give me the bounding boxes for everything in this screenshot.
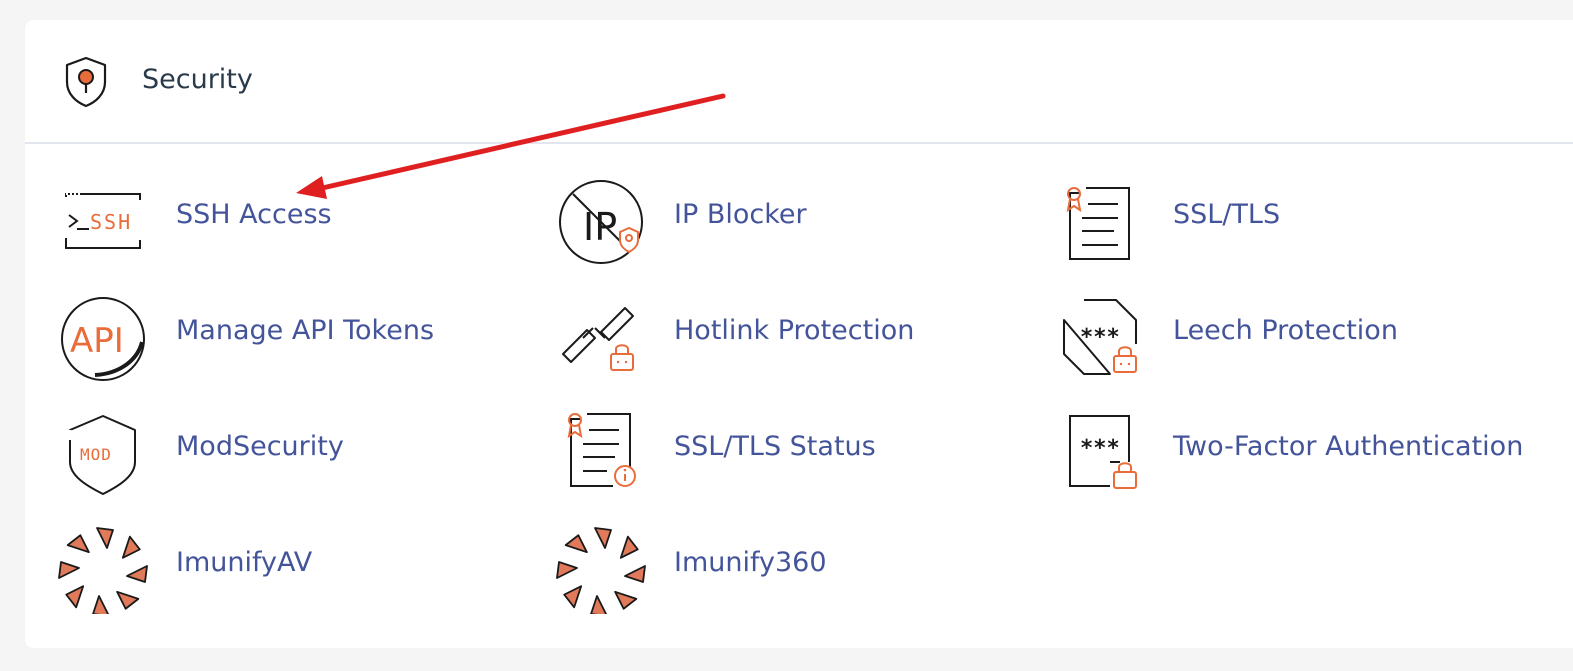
mod-shield-icon: MOD xyxy=(55,398,155,498)
imunify-av-icon xyxy=(55,514,155,614)
certificate-info-icon xyxy=(553,398,653,498)
imunifyav-label: ImunifyAV xyxy=(176,547,313,578)
leech-lock-icon: *** xyxy=(1052,282,1152,382)
two-factor-mask-text: *** xyxy=(1080,436,1120,461)
modsecurity-label: ModSecurity xyxy=(176,431,344,462)
ssl-tls-status-label: SSL/TLS Status xyxy=(674,431,876,462)
hotlink-protection-label: Hotlink Protection xyxy=(674,315,915,346)
section-title: Security xyxy=(142,64,253,95)
ip-text: IP xyxy=(583,205,617,249)
ssl-tls-label: SSL/TLS xyxy=(1173,199,1281,230)
imunify-360-icon xyxy=(553,514,653,614)
api-token-icon: API xyxy=(55,282,155,382)
manage-api-tokens-label: Manage API Tokens xyxy=(176,315,435,346)
imunify360-label: Imunify360 xyxy=(674,547,827,578)
certificate-icon xyxy=(1052,166,1152,266)
security-panel: Security SSH SSH Access IP IP Blocker SS… xyxy=(25,20,1573,648)
two-factor-lock-icon: *** xyxy=(1052,398,1152,498)
ip-blocker-label: IP Blocker xyxy=(674,199,807,230)
hotlink-lock-icon xyxy=(553,282,653,382)
leech-mask-text: *** xyxy=(1080,325,1120,350)
shield-pin-icon xyxy=(63,56,109,108)
mod-text: MOD xyxy=(80,445,112,464)
api-text: API xyxy=(70,321,124,361)
ssh-access-label: SSH Access xyxy=(176,199,332,230)
panel-header[interactable]: Security xyxy=(25,20,1573,144)
terminal-ssh-icon: SSH xyxy=(55,166,155,266)
two-factor-authentication-label: Two-Factor Authentication xyxy=(1173,431,1524,462)
ip-blocker-icon: IP xyxy=(553,166,653,266)
ssh-text: SSH xyxy=(90,210,132,234)
leech-protection-label: Leech Protection xyxy=(1173,315,1398,346)
